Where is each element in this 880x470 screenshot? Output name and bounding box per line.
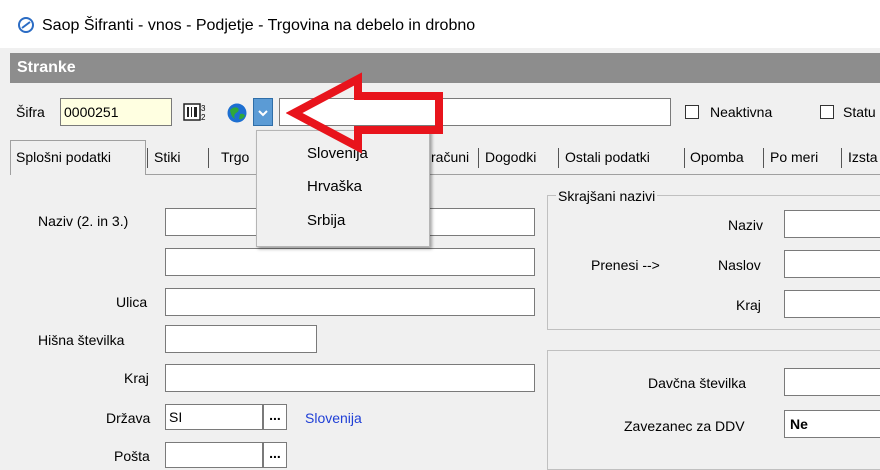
short-naslov-input[interactable] xyxy=(784,250,880,278)
ulica-label: Ulica xyxy=(116,294,148,310)
zavezanec-label: Zavezanec za DDV xyxy=(624,418,745,434)
davcna-stevilka-input[interactable] xyxy=(784,368,880,396)
hisna-stevilka-label: Hišna številka xyxy=(38,332,125,348)
svg-text:2: 2 xyxy=(201,113,206,122)
tab-izstavljeni[interactable]: Izsta xyxy=(848,142,878,172)
ulica-input[interactable] xyxy=(165,288,535,316)
short-naziv-input[interactable] xyxy=(784,210,880,238)
kraj-input[interactable] xyxy=(165,364,535,392)
short-names-title: Skrajšani nazivi xyxy=(556,188,658,204)
window-titlebar: Saop Šifranti - vnos - Podjetje - Trgovi… xyxy=(0,0,880,48)
short-kraj-label: Kraj xyxy=(736,297,761,313)
tab-dogodki[interactable]: Dogodki xyxy=(485,142,536,172)
tab-po-meri[interactable]: Po meri xyxy=(770,142,818,172)
barcode-icon[interactable]: 3 2 xyxy=(183,101,207,123)
status-label: Statu xyxy=(843,104,876,120)
posta-label: Pošta xyxy=(114,448,150,464)
dropdown-option-srbija[interactable]: Srbija xyxy=(307,212,345,229)
hisna-stevilka-input[interactable] xyxy=(165,325,317,353)
zavezanec-select[interactable]: Ne xyxy=(784,410,880,438)
drzava-name-link[interactable]: Slovenija xyxy=(305,410,362,426)
short-naziv-label: Naziv xyxy=(728,217,764,233)
neaktivna-checkbox[interactable] xyxy=(685,105,699,119)
chevron-down-icon xyxy=(258,110,268,117)
neaktivna-label: Neaktivna xyxy=(710,104,773,120)
posta-browse-button[interactable]: ... xyxy=(263,442,287,468)
davcna-stevilka-label: Davčna številka xyxy=(648,375,747,391)
tab-splosni-podatki[interactable]: Splošni podatki xyxy=(16,142,111,172)
prenesi-button[interactable]: Prenesi --> xyxy=(591,257,660,273)
drzava-browse-button[interactable]: ... xyxy=(263,404,287,430)
drzava-label: Država xyxy=(106,410,151,426)
form-header-title: Stranke xyxy=(17,59,76,76)
tab-stiki[interactable]: Stiki xyxy=(154,142,180,172)
short-naslov-label: Naslov xyxy=(718,257,761,273)
short-kraj-input[interactable] xyxy=(784,290,880,318)
posta-input[interactable] xyxy=(165,442,263,468)
country-dropdown-button[interactable] xyxy=(253,98,273,126)
window-title: Saop Šifranti - vnos - Podjetje - Trgovi… xyxy=(42,17,476,34)
status-checkbox[interactable] xyxy=(820,105,834,119)
tab-trgovina[interactable]: Trgo xyxy=(221,142,249,172)
tab-ostali-podatki[interactable]: Ostali podatki xyxy=(565,142,650,172)
app-logo-icon xyxy=(18,17,34,33)
naziv-input-2[interactable] xyxy=(165,248,535,276)
sifra-label: Šifra xyxy=(16,104,45,120)
naziv-label: Naziv (2. in 3.) xyxy=(38,213,129,229)
dropdown-option-hrvaska[interactable]: Hrvaška xyxy=(307,178,362,195)
svg-text:3: 3 xyxy=(201,104,206,113)
kraj-label: Kraj xyxy=(124,370,149,386)
tab-opomba[interactable]: Opomba xyxy=(690,142,744,172)
annotation-arrow-icon xyxy=(286,72,443,154)
sifra-input[interactable]: 0000251 xyxy=(60,98,172,126)
drzava-input[interactable]: SI xyxy=(165,404,263,430)
globe-icon[interactable] xyxy=(226,102,248,124)
